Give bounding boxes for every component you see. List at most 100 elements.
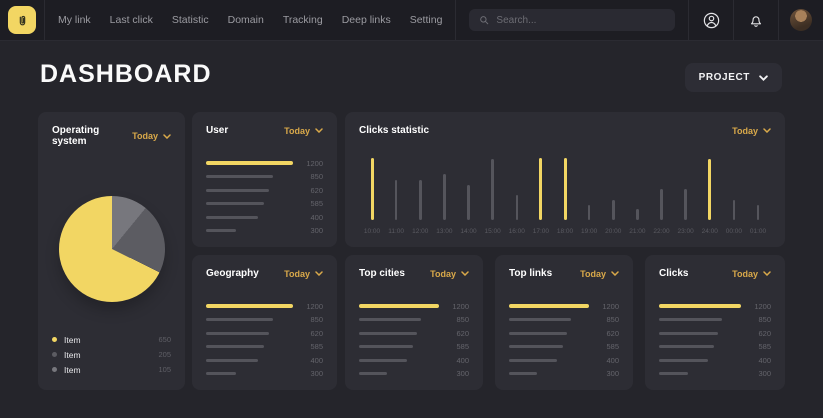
vbar-column: 11:00 (384, 158, 408, 235)
vbar-column: 19:00 (577, 158, 601, 235)
vbar-column: 24:00 (698, 158, 722, 235)
paperclip-icon (16, 14, 29, 27)
chevron-down-icon (461, 271, 469, 276)
search-section (455, 0, 688, 40)
chevron-down-icon (611, 271, 619, 276)
vbar-column: 23:00 (674, 158, 698, 235)
legend-row: Item 105 (52, 362, 171, 377)
bar-track (659, 318, 741, 321)
search-input[interactable] (496, 15, 665, 26)
bar-value: 850 (741, 315, 771, 324)
bar-track (206, 216, 293, 219)
bar-track (206, 229, 293, 232)
vbar (516, 195, 519, 220)
bar (206, 189, 269, 192)
bar-list-chart: 1200 850 620 585 400 300 (206, 304, 323, 376)
legend-value: 205 (158, 350, 171, 359)
bar-track (509, 304, 589, 308)
nav-item-deep-links[interactable]: Deep links (342, 14, 391, 26)
period-dropdown[interactable]: Today (580, 269, 619, 279)
legend-label: Item (64, 365, 81, 375)
period-dropdown[interactable]: Today (732, 269, 771, 279)
legend-dot (52, 352, 57, 357)
period-label: Today (284, 126, 310, 136)
card-title: Geography (206, 268, 259, 279)
bar-row: 585 (206, 202, 323, 206)
period-dropdown[interactable]: Today (284, 269, 323, 279)
period-dropdown[interactable]: Today (132, 131, 171, 141)
bar-list-chart: 1200 850 620 585 400 300 (359, 304, 469, 376)
bar (659, 372, 688, 375)
vbar (757, 205, 760, 220)
bar-value: 620 (439, 329, 469, 338)
bar-track (206, 318, 293, 321)
vbar-column: 12:00 (408, 158, 432, 235)
bar-row: 585 (206, 345, 323, 349)
bar-track (659, 304, 741, 308)
bar-value: 300 (741, 369, 771, 378)
bar-row: 300 (659, 372, 771, 376)
bar-row: 1200 (206, 161, 323, 165)
bar-track (359, 372, 439, 375)
legend-value: 105 (158, 365, 171, 374)
time-label: 19:00 (581, 228, 597, 235)
period-dropdown[interactable]: Today (284, 126, 323, 136)
project-dropdown-button[interactable]: PROJECT (685, 63, 782, 92)
period-dropdown[interactable]: Today (430, 269, 469, 279)
bar-row: 300 (509, 372, 619, 376)
bar (359, 345, 413, 348)
bar-value: 400 (293, 213, 323, 222)
bar-value: 620 (741, 329, 771, 338)
bar-row: 1200 (359, 304, 469, 308)
vbar (467, 185, 470, 220)
account-button[interactable] (688, 0, 733, 40)
project-dropdown-label: PROJECT (699, 72, 750, 83)
time-label: 13:00 (436, 228, 452, 235)
bar-value: 585 (589, 342, 619, 351)
bar-track (509, 318, 589, 321)
period-label: Today (430, 269, 456, 279)
bar-track (206, 161, 293, 165)
bar (509, 345, 563, 348)
vbar (491, 159, 494, 220)
bar (509, 359, 557, 362)
chevron-down-icon (759, 75, 768, 81)
profile-button[interactable] (778, 0, 823, 40)
nav-item-setting[interactable]: Setting (410, 14, 443, 26)
bar-list-chart: 1200 850 620 585 400 300 (206, 161, 323, 233)
nav-item-domain[interactable]: Domain (228, 14, 264, 26)
bar-row: 300 (206, 372, 323, 376)
vbar-column: 13:00 (432, 158, 456, 235)
vbar (539, 158, 542, 220)
user-avatar (790, 9, 812, 31)
pie-graphic (59, 196, 165, 302)
bar-value: 850 (293, 172, 323, 181)
bar-row: 400 (206, 215, 323, 219)
bar-value: 1200 (293, 302, 323, 311)
notifications-button[interactable] (733, 0, 778, 40)
bar (509, 372, 537, 375)
bar-value: 300 (589, 369, 619, 378)
vbar (395, 180, 398, 220)
time-label: 22:00 (653, 228, 669, 235)
nav-item-my-link[interactable]: My link (58, 14, 91, 26)
nav-item-tracking[interactable]: Tracking (283, 14, 323, 26)
app-logo[interactable] (8, 6, 36, 34)
bar-track (359, 318, 439, 321)
vbar-column: 00:00 (722, 158, 746, 235)
bar-row: 620 (659, 331, 771, 335)
bar (206, 345, 264, 348)
nav-item-last-click[interactable]: Last click (110, 14, 153, 26)
search-bar[interactable] (469, 9, 675, 31)
bar-track (359, 345, 439, 348)
bar-value: 1200 (741, 302, 771, 311)
card-operating-system: Operating system Today Item 650 Item 205… (38, 112, 185, 390)
chevron-down-icon (315, 128, 323, 133)
nav-item-statistic[interactable]: Statistic (172, 14, 209, 26)
bar-track (659, 359, 741, 362)
card-top-links: Top links Today 1200 850 620 585 400 300 (495, 255, 633, 390)
period-dropdown[interactable]: Today (732, 126, 771, 136)
bar (206, 229, 236, 232)
bar (206, 161, 293, 165)
bar-list-chart: 1200 850 620 585 400 300 (509, 304, 619, 376)
